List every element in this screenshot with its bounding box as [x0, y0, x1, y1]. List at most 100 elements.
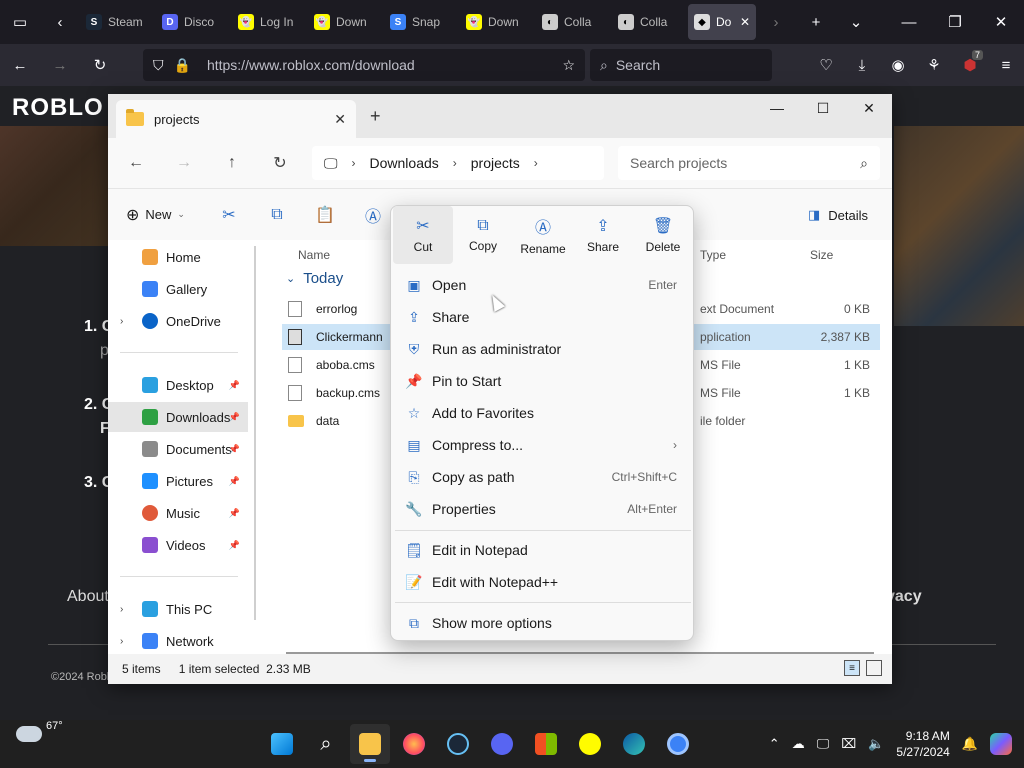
back-icon[interactable]: ← [0, 43, 40, 87]
explorer-tab[interactable]: projects ✕ [116, 100, 356, 138]
browser-tab[interactable]: S Steam [80, 4, 156, 40]
url-text[interactable]: https://www.roblox.com/download [207, 57, 415, 73]
roblox-button[interactable] [658, 724, 698, 764]
copy-button[interactable]: ⧉ Copy [453, 206, 513, 264]
up-icon[interactable]: ↑ [208, 154, 256, 172]
sidebar-scrollbar[interactable] [254, 246, 256, 620]
lock-icon[interactable]: 🔒 [174, 57, 191, 74]
clock[interactable]: 9:18 AM 5/27/2024 [896, 728, 949, 760]
pin-icon[interactable]: 📌 [229, 444, 240, 455]
menu-item-open[interactable]: ▣ Open Enter [395, 270, 691, 300]
maximize-icon[interactable]: ☐ [800, 94, 846, 122]
paste-icon[interactable]: 📋 [301, 205, 349, 225]
ublock-icon[interactable]: ⬢ 7 [952, 50, 988, 74]
menu-icon[interactable]: ≡ [988, 57, 1024, 74]
cut-icon[interactable]: ✂ [205, 205, 253, 225]
cut-button[interactable]: ✂ Cut [393, 206, 453, 264]
menu-item-edit-notepad[interactable]: 🗒 Edit in Notepad [395, 535, 691, 565]
browser-tab-active[interactable]: ◆ Do ✕ [688, 4, 756, 40]
new-tab-button[interactable]: + [796, 0, 836, 44]
close-window-icon[interactable]: ✕ [846, 94, 892, 122]
breadcrumb-downloads[interactable]: Downloads [370, 155, 439, 171]
footer-link-about[interactable]: About [67, 588, 109, 606]
downloads-icon[interactable]: ⤓ [844, 57, 880, 74]
menu-item-compress[interactable]: ▤ Compress to... › [395, 430, 691, 460]
menu-item-share[interactable]: ⇪ Share [395, 302, 691, 332]
close-tab-icon[interactable]: ✕ [740, 15, 750, 29]
edge-button[interactable] [614, 724, 654, 764]
browser-tab[interactable]: 👻 Down [460, 4, 536, 40]
chevron-right-icon[interactable]: › [352, 156, 356, 170]
rename-button[interactable]: Ⓐ Rename [513, 206, 573, 264]
snapchat-button[interactable] [570, 724, 610, 764]
column-header-type[interactable]: Type [700, 248, 726, 262]
sidebar-item-gallery[interactable]: Gallery [108, 274, 248, 304]
cloud-sync-icon[interactable]: ☁ [792, 736, 805, 752]
breadcrumb[interactable]: 🖵 › Downloads › projects › [312, 146, 604, 180]
menu-item-run-as-admin[interactable]: ⛨ Run as administrator [395, 334, 691, 364]
pin-icon[interactable]: 📌 [229, 508, 240, 519]
computer-icon[interactable]: 🖵 [324, 155, 338, 172]
sidebar-item-pictures[interactable]: Pictures 📌 [108, 466, 248, 496]
sidebar-item-thispc[interactable]: This PC [108, 594, 248, 624]
browser-tab[interactable]: 👻 Log In [232, 4, 308, 40]
refresh-icon[interactable]: ↻ [256, 153, 304, 173]
steam-button[interactable] [438, 724, 478, 764]
close-window-icon[interactable]: ✕ [978, 0, 1024, 44]
copy-icon[interactable]: ⧉ [253, 206, 301, 224]
pin-icon[interactable]: 📌 [229, 540, 240, 551]
new-tab-button[interactable]: + [370, 106, 381, 127]
browser-search-bar[interactable]: ⌕ Search [590, 49, 772, 81]
back-icon[interactable]: ← [112, 154, 160, 172]
browser-tab[interactable]: ◐ Colla [612, 4, 688, 40]
list-all-tabs-icon[interactable]: ⌄ [836, 0, 876, 44]
file-explorer-button[interactable] [350, 724, 390, 764]
start-button[interactable] [262, 724, 302, 764]
notification-bell-icon[interactable]: 🔔 [962, 736, 978, 752]
search-input[interactable]: Search projects ⌕ [618, 146, 880, 180]
extensions-icon[interactable]: ⚘ [916, 56, 952, 74]
tabs-scroll-left-icon[interactable]: ‹ [40, 0, 80, 44]
menu-item-copy-as-path[interactable]: ⎘ Copy as path Ctrl+Shift+C [395, 462, 691, 492]
search-button[interactable]: ⌕ [306, 724, 346, 764]
discord-button[interactable] [482, 724, 522, 764]
roblox-logo[interactable]: ROBLO [12, 94, 104, 122]
reload-icon[interactable]: ↻ [80, 43, 120, 87]
sidebar-item-network[interactable]: Network [108, 626, 248, 656]
menu-item-add-to-favorites[interactable]: ☆ Add to Favorites [395, 398, 691, 428]
weather-widget[interactable]: 67° [16, 720, 63, 742]
delete-button[interactable]: 🗑 Delete [633, 206, 693, 264]
breadcrumb-projects[interactable]: projects [471, 155, 520, 171]
bookmark-star-icon[interactable]: ☆ [562, 57, 575, 74]
browser-tab[interactable]: 👻 Down [308, 4, 384, 40]
url-bar[interactable]: ⛉ 🔒 https://www.roblox.com/download ☆ [143, 49, 585, 81]
minimize-icon[interactable]: — [754, 94, 800, 122]
chevron-right-icon[interactable]: › [534, 156, 538, 170]
firefox-button[interactable] [394, 724, 434, 764]
sidebar-item-home[interactable]: Home [108, 242, 248, 272]
pin-icon[interactable]: 📌 [229, 412, 240, 423]
share-button[interactable]: ⇪ Share [573, 206, 633, 264]
sidebar-item-onedrive[interactable]: OneDrive [108, 306, 248, 336]
pin-icon[interactable]: 📌 [229, 476, 240, 487]
new-button[interactable]: ⊕ New ⌄ [126, 205, 185, 225]
copilot-icon[interactable] [990, 733, 1012, 755]
account-icon[interactable]: ◉ [880, 56, 916, 74]
sidebar-item-videos[interactable]: Videos 📌 [108, 530, 248, 560]
details-button[interactable]: ◨ Details [808, 207, 868, 223]
group-header[interactable]: ⌄ Today [286, 270, 343, 287]
tiles-view-icon[interactable] [866, 660, 882, 676]
chevron-right-icon[interactable]: › [453, 156, 457, 170]
store-button[interactable] [526, 724, 566, 764]
restore-icon[interactable]: ❐ [932, 0, 978, 44]
column-header-size[interactable]: Size [810, 248, 833, 262]
sidebar-item-downloads[interactable]: Downloads 📌 [108, 402, 248, 432]
browser-tab[interactable]: D Disco [156, 4, 232, 40]
details-view-icon[interactable]: ≡ [844, 660, 860, 676]
minimize-icon[interactable]: — [886, 0, 932, 44]
network-icon[interactable]: ⌧ [841, 736, 856, 752]
forward-icon[interactable]: → [40, 43, 80, 87]
menu-item-properties[interactable]: 🔧 Properties Alt+Enter [395, 494, 691, 524]
sidebar-item-desktop[interactable]: Desktop 📌 [108, 370, 248, 400]
tabs-scroll-right-icon[interactable]: › [756, 0, 796, 44]
